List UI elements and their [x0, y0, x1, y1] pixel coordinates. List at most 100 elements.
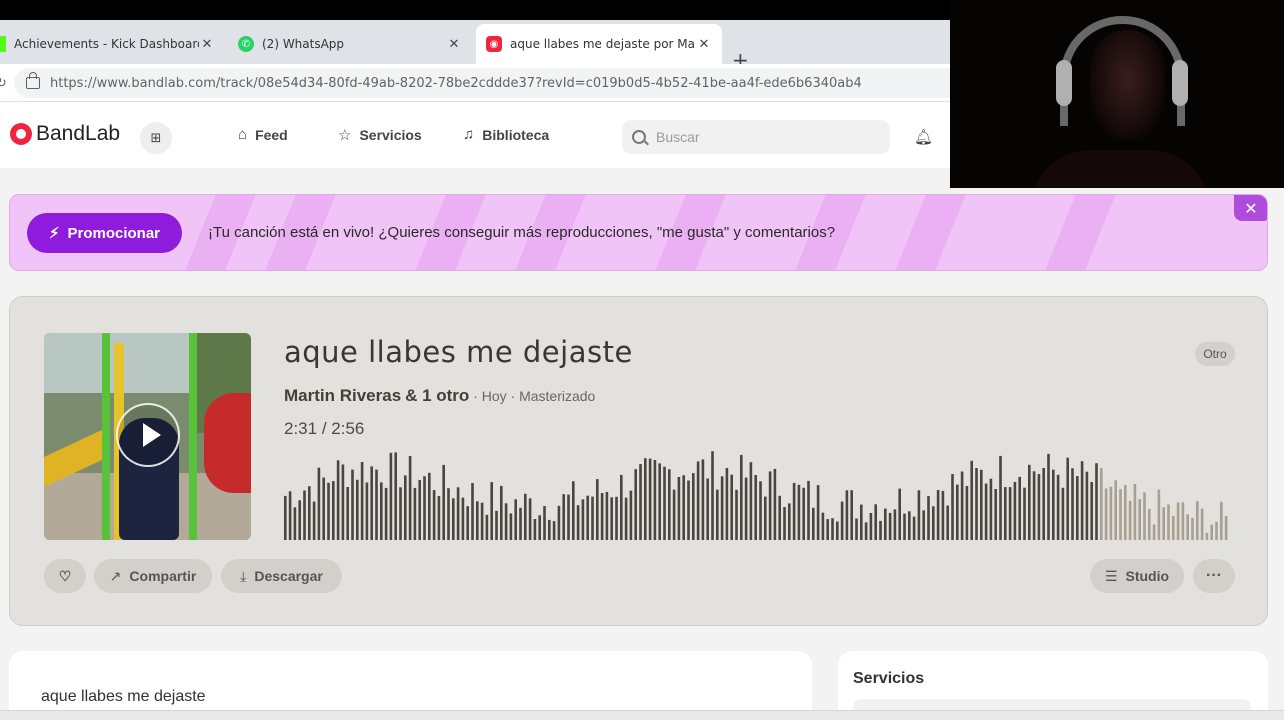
- waveform-bar[interactable]: [989, 478, 993, 540]
- waveform-bar[interactable]: [730, 474, 733, 540]
- lock-icon[interactable]: [26, 72, 40, 89]
- waveform-bar[interactable]: [437, 496, 441, 540]
- reload-icon[interactable]: ↻: [0, 76, 7, 91]
- more-options-button[interactable]: ···: [1193, 559, 1235, 593]
- waveform-bar[interactable]: [485, 514, 489, 540]
- waveform-bar[interactable]: [1080, 461, 1084, 540]
- waveform-bar[interactable]: [322, 477, 325, 541]
- waveform-bar[interactable]: [365, 482, 369, 541]
- waveform-bar[interactable]: [922, 510, 925, 540]
- waveform-bar[interactable]: [548, 519, 551, 540]
- waveform-bar[interactable]: [999, 455, 1002, 540]
- waveform-bar[interactable]: [778, 495, 781, 540]
- waveform-bar[interactable]: [1004, 487, 1007, 540]
- waveform-bar[interactable]: [740, 454, 743, 540]
- waveform-bar[interactable]: [298, 500, 301, 540]
- waveform-bar[interactable]: [1200, 508, 1204, 540]
- waveform-bar[interactable]: [591, 496, 594, 540]
- waveform-bar[interactable]: [764, 496, 767, 540]
- waveform-bar[interactable]: [1090, 482, 1093, 540]
- artist-link[interactable]: Martin Riveras: [284, 386, 401, 405]
- waveform-bar[interactable]: [1071, 468, 1074, 540]
- waveform-bar[interactable]: [605, 491, 609, 540]
- waveform-bar[interactable]: [850, 490, 853, 540]
- waveform-bar[interactable]: [658, 463, 661, 540]
- waveform-bar[interactable]: [903, 513, 906, 540]
- waveform-bar[interactable]: [351, 469, 354, 540]
- waveform-bar[interactable]: [692, 473, 695, 540]
- nav-feed[interactable]: ⌂ Feed: [238, 126, 288, 143]
- waveform-bar[interactable]: [404, 475, 407, 540]
- waveform-bar[interactable]: [932, 506, 935, 540]
- tab-whatsapp[interactable]: ✆ (2) WhatsApp ✕: [228, 24, 472, 64]
- waveform-bar[interactable]: [749, 462, 753, 540]
- waveform-bar[interactable]: [476, 501, 479, 540]
- waveform-bar[interactable]: [1220, 501, 1223, 540]
- waveform-bar[interactable]: [447, 488, 450, 540]
- waveform-bar[interactable]: [500, 485, 503, 540]
- waveform-bar[interactable]: [509, 513, 513, 540]
- waveform-bar[interactable]: [466, 506, 469, 540]
- notifications-bell-icon[interactable]: 🔔︎: [914, 128, 933, 146]
- waveform-bar[interactable]: [1186, 514, 1189, 540]
- address-bar[interactable]: https://www.bandlab.com/track/08e54d34-8…: [14, 68, 964, 98]
- waveform-bar[interactable]: [687, 480, 690, 541]
- waveform-bar[interactable]: [706, 478, 709, 541]
- waveform-bar[interactable]: [735, 489, 738, 540]
- waveform-bar[interactable]: [984, 483, 988, 541]
- waveform-bar[interactable]: [773, 468, 777, 540]
- waveform-bar[interactable]: [610, 497, 613, 540]
- waveform-bar[interactable]: [480, 502, 484, 540]
- close-icon[interactable]: ✕: [696, 37, 712, 52]
- url-text[interactable]: https://www.bandlab.com/track/08e54d34-8…: [50, 76, 862, 91]
- waveform-bar[interactable]: [1061, 487, 1065, 540]
- promo-close-button[interactable]: ✕: [1234, 195, 1267, 221]
- waveform-bar[interactable]: [1167, 504, 1170, 540]
- waveform-bar[interactable]: [293, 507, 297, 540]
- waveform-bar[interactable]: [788, 503, 791, 540]
- waveform-bar[interactable]: [538, 515, 541, 540]
- waveform-svg[interactable]: [284, 447, 1234, 540]
- waveform-bar[interactable]: [1143, 492, 1146, 540]
- waveform-bar[interactable]: [327, 482, 330, 540]
- studio-button[interactable]: ☰ Studio: [1090, 559, 1184, 593]
- promote-button[interactable]: ⚡︎ Promocionar: [27, 213, 182, 253]
- waveform-bar[interactable]: [908, 511, 911, 540]
- waveform-bar[interactable]: [394, 452, 397, 540]
- waveform-bar[interactable]: [1037, 474, 1041, 540]
- waveform-bar[interactable]: [341, 464, 345, 541]
- waveform-bar[interactable]: [941, 490, 945, 540]
- waveform-bar[interactable]: [1109, 486, 1113, 540]
- waveform-bar[interactable]: [725, 468, 729, 540]
- waveform-bar[interactable]: [912, 516, 916, 540]
- waveform-bar[interactable]: [490, 482, 493, 540]
- waveform-bar[interactable]: [821, 512, 825, 540]
- waveform-bar[interactable]: [495, 510, 498, 540]
- waveform-bar[interactable]: [562, 494, 565, 540]
- waveform-bar[interactable]: [956, 484, 959, 540]
- waveform-bar[interactable]: [586, 495, 589, 540]
- waveform-bar[interactable]: [519, 507, 522, 540]
- waveform-bar[interactable]: [917, 490, 921, 540]
- waveform-bar[interactable]: [677, 477, 681, 540]
- waveform-bar[interactable]: [960, 471, 964, 541]
- waveform-bar[interactable]: [644, 458, 647, 540]
- waveform-bar[interactable]: [504, 503, 508, 540]
- waveform-bar[interactable]: [831, 518, 834, 540]
- waveform-bar[interactable]: [980, 469, 983, 540]
- waveform-bar[interactable]: [893, 509, 897, 540]
- waveform-bar[interactable]: [946, 505, 949, 541]
- waveform-bar[interactable]: [1148, 508, 1151, 540]
- waveform-bar[interactable]: [860, 504, 863, 540]
- waveform-bar[interactable]: [1028, 464, 1031, 540]
- tab-kick-dashboard[interactable]: Achievements - Kick Dashboard ✕: [0, 24, 225, 64]
- waveform-bar[interactable]: [812, 507, 815, 540]
- waveform-bar[interactable]: [1095, 463, 1098, 540]
- waveform-bar[interactable]: [874, 504, 877, 540]
- waveform-bar[interactable]: [303, 490, 306, 541]
- waveform-bar[interactable]: [1191, 517, 1194, 540]
- waveform-bar[interactable]: [308, 486, 311, 540]
- waveform-bar[interactable]: [399, 487, 402, 540]
- waveform-bar[interactable]: [528, 498, 532, 540]
- nav-biblioteca[interactable]: ♫ Biblioteca: [463, 126, 549, 143]
